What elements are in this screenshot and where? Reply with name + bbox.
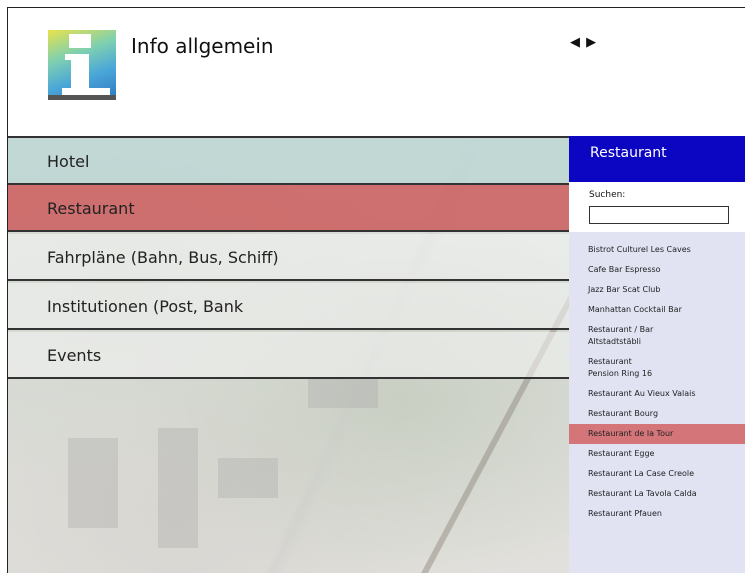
info-i-icon (48, 30, 116, 100)
sidebar-title: Restaurant (569, 136, 745, 182)
main-panel: Hotel Restaurant Fahrpläne (Bahn, Bus, S… (8, 136, 569, 573)
list-item[interactable]: Restaurant Pension Ring 16 (569, 352, 745, 384)
menu-item-timetables[interactable]: Fahrpläne (Bahn, Bus, Schiff) (8, 234, 569, 281)
photo-building (158, 428, 198, 548)
menu-item-events[interactable]: Events (8, 332, 569, 379)
app-frame: Info allgemein ◀ ▶ Hotel Restaurant Fahr… (7, 7, 745, 573)
left-triangle-icon[interactable]: ◀ (570, 35, 581, 50)
search-input[interactable] (589, 206, 729, 224)
list-item[interactable]: Restaurant Au Vieux Valais (569, 384, 745, 404)
list-item[interactable]: Manhattan Cocktail Bar (569, 300, 745, 320)
list-item[interactable]: Restaurant Pfauen (569, 504, 745, 524)
list-item[interactable]: Bistrot Culturel Les Caves (569, 240, 745, 260)
list-item[interactable]: Restaurant Egge (569, 444, 745, 464)
list-item[interactable]: Restaurant / Bar Altstadtstäbli (569, 320, 745, 352)
list-item[interactable]: Jazz Bar Scat Club (569, 280, 745, 300)
restaurant-sidebar: Restaurant Suchen: Bistrot Culturel Les … (569, 136, 745, 573)
photo-building (68, 438, 118, 528)
photo-building (218, 458, 278, 498)
list-item[interactable]: Cafe Bar Espresso (569, 260, 745, 280)
page-title: Info allgemein (131, 34, 274, 58)
list-item[interactable]: Restaurant La Tavola Calda (569, 484, 745, 504)
right-triangle-icon[interactable]: ▶ (586, 35, 597, 50)
search-label: Suchen: (589, 190, 626, 200)
menu-item-institutions[interactable]: Institutionen (Post, Bank (8, 283, 569, 330)
menu-item-hotel[interactable]: Hotel (8, 138, 569, 185)
photo-building (308, 378, 378, 408)
header: Info allgemein ◀ ▶ (8, 8, 745, 136)
nav-arrows: ◀ ▶ (570, 35, 597, 50)
list-item[interactable]: Restaurant de la Tour (569, 424, 745, 444)
list-item[interactable]: Restaurant La Case Creole (569, 464, 745, 484)
menu-item-restaurant[interactable]: Restaurant (8, 185, 569, 232)
restaurant-list: Bistrot Culturel Les Caves Cafe Bar Espre… (569, 240, 745, 524)
list-item[interactable]: Restaurant Bourg (569, 404, 745, 424)
search-area: Suchen: (569, 182, 745, 232)
